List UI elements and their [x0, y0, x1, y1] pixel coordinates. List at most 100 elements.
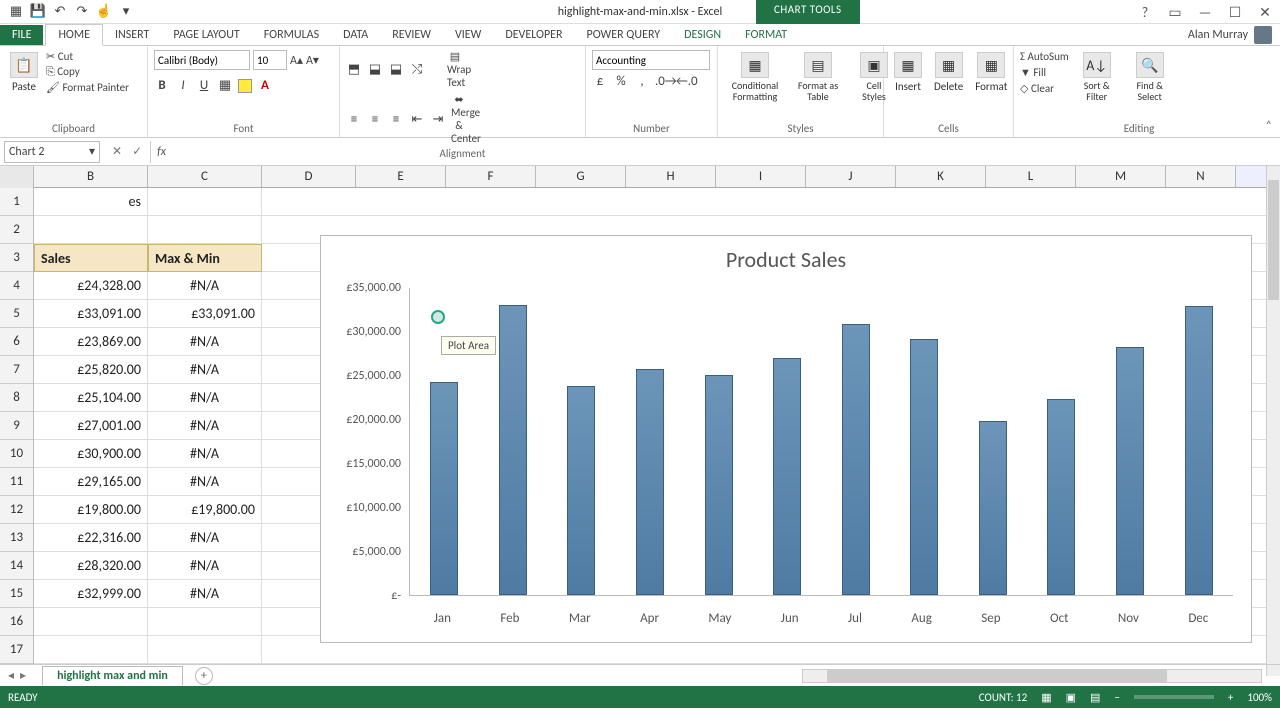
close-icon[interactable]: ✕ [1254, 4, 1276, 21]
cell[interactable]: #N/A [148, 328, 262, 356]
tab-developer[interactable]: DEVELOPER [493, 25, 574, 45]
orientation-icon[interactable]: ⤭ [409, 62, 425, 77]
row-header-10[interactable]: 10 [0, 440, 33, 468]
find-select-button[interactable]: 🔍Find & Select [1125, 50, 1175, 104]
increase-indent-icon[interactable]: ⇥ [430, 112, 446, 127]
cell[interactable]: £33,091.00 [148, 300, 262, 328]
zoom-level[interactable]: 100% [1247, 691, 1272, 704]
row-header-8[interactable]: 8 [0, 384, 33, 412]
accounting-icon[interactable]: £ [592, 74, 608, 89]
minimize-icon[interactable]: — [1194, 4, 1216, 21]
bar[interactable] [842, 324, 870, 595]
enter-formula-icon[interactable]: ✓ [132, 144, 142, 159]
cell[interactable]: Sales [34, 244, 148, 272]
cell[interactable] [148, 608, 262, 636]
sheet-prev-icon[interactable]: ◂ [8, 668, 14, 683]
user-account[interactable]: Alan Murray [1188, 26, 1272, 44]
row-header-2[interactable]: 2 [0, 216, 33, 244]
tab-formulas[interactable]: FORMULAS [252, 25, 331, 45]
cell[interactable]: #N/A [148, 468, 262, 496]
select-all-button[interactable] [0, 166, 34, 188]
view-break-icon[interactable]: ▤ [1090, 691, 1100, 704]
tab-design[interactable]: DESIGN [672, 25, 733, 45]
format-as-table-button[interactable]: ▤Format as Table [790, 50, 846, 104]
ribbon-options-icon[interactable]: ▭ [1164, 4, 1186, 21]
row-header-9[interactable]: 9 [0, 412, 33, 440]
delete-cells-button[interactable]: ▦Delete [930, 50, 967, 95]
cell[interactable]: £33,091.00 [34, 300, 148, 328]
cell[interactable] [34, 608, 148, 636]
wrap-text-button[interactable]: ▤ Wrap Text [447, 50, 463, 89]
conditional-formatting-button[interactable]: ▦Conditional Formatting [724, 50, 786, 104]
grow-font-icon[interactable]: A▴ [290, 53, 303, 68]
percent-icon[interactable]: % [613, 74, 629, 89]
tab-insert[interactable]: INSERT [103, 25, 161, 45]
help-icon[interactable]: ? [1134, 4, 1156, 21]
col-header-C[interactable]: C [148, 166, 262, 187]
bar[interactable] [430, 382, 458, 595]
cell[interactable]: #N/A [148, 412, 262, 440]
cell[interactable]: £32,999.00 [34, 580, 148, 608]
copy-button[interactable]: ⎘ Copy [46, 65, 129, 79]
col-header-L[interactable]: L [986, 166, 1076, 187]
row-header-4[interactable]: 4 [0, 272, 33, 300]
align-right-icon[interactable]: ≡ [388, 112, 404, 127]
cell[interactable]: £24,328.00 [34, 272, 148, 300]
cell[interactable]: £29,165.00 [34, 468, 148, 496]
cell[interactable]: £23,869.00 [34, 328, 148, 356]
number-format-select[interactable] [592, 50, 710, 70]
cell[interactable]: #N/A [148, 552, 262, 580]
formula-input[interactable] [172, 141, 1280, 163]
cell[interactable] [148, 636, 262, 664]
tab-review[interactable]: REVIEW [380, 25, 443, 45]
cell[interactable]: £19,800.00 [148, 496, 262, 524]
cell[interactable]: #N/A [148, 580, 262, 608]
cell[interactable]: es [34, 188, 148, 216]
font-color-button[interactable]: A [257, 78, 273, 93]
autosum-button[interactable]: Σ AutoSum [1020, 50, 1069, 63]
bar[interactable] [705, 375, 733, 595]
align-left-icon[interactable]: ≡ [346, 112, 362, 127]
merge-center-button[interactable]: ⬌ Merge & Center [451, 93, 467, 145]
bar[interactable] [773, 358, 801, 595]
sort-filter-button[interactable]: A↓Sort & Filter [1073, 50, 1121, 104]
redo-icon[interactable]: ↷ [74, 4, 90, 20]
fx-icon[interactable]: fx [151, 145, 172, 159]
cell[interactable]: #N/A [148, 384, 262, 412]
cell[interactable]: £25,104.00 [34, 384, 148, 412]
comma-icon[interactable]: , [634, 74, 650, 89]
chevron-down-icon[interactable]: ▾ [89, 144, 95, 159]
row-header-13[interactable]: 13 [0, 524, 33, 552]
bar[interactable] [1047, 399, 1075, 595]
cancel-formula-icon[interactable]: ✕ [112, 144, 122, 159]
row-header-17[interactable]: 17 [0, 636, 33, 664]
cell[interactable] [262, 188, 1280, 216]
cell[interactable]: £22,316.00 [34, 524, 148, 552]
cell[interactable] [34, 216, 148, 244]
italic-button[interactable]: I [175, 78, 191, 93]
cell[interactable]: £28,320.00 [34, 552, 148, 580]
bar[interactable] [499, 305, 527, 595]
horizontal-scrollbar[interactable] [802, 669, 1262, 683]
cut-button[interactable]: ✂ Cut [46, 50, 129, 63]
customize-icon[interactable]: ▾ [118, 4, 134, 20]
col-header-G[interactable]: G [536, 166, 626, 187]
clear-button[interactable]: ◇ Clear [1020, 82, 1069, 95]
format-cells-button[interactable]: ▦Format [971, 50, 1011, 95]
col-header-B[interactable]: B [34, 166, 148, 187]
new-sheet-button[interactable]: + [195, 667, 213, 685]
cell[interactable]: #N/A [148, 524, 262, 552]
tab-file[interactable]: FILE [0, 25, 43, 45]
cell[interactable]: #N/A [148, 440, 262, 468]
cell[interactable] [34, 636, 148, 664]
row-header-16[interactable]: 16 [0, 608, 33, 636]
bar[interactable] [1116, 347, 1144, 595]
x-axis[interactable]: JanFebMarAprMayJunJulAugSepOctNovDec [409, 611, 1233, 626]
chart-object[interactable]: Product Sales £35,000.00£30,000.00£25,00… [320, 235, 1252, 643]
plot-area[interactable] [409, 288, 1233, 596]
cell[interactable]: £25,820.00 [34, 356, 148, 384]
decrease-decimal-icon[interactable]: ←.0 [676, 74, 692, 89]
border-button[interactable]: ▦ [217, 78, 233, 93]
row-header-5[interactable]: 5 [0, 300, 33, 328]
cell[interactable]: Max & Min [148, 244, 262, 272]
